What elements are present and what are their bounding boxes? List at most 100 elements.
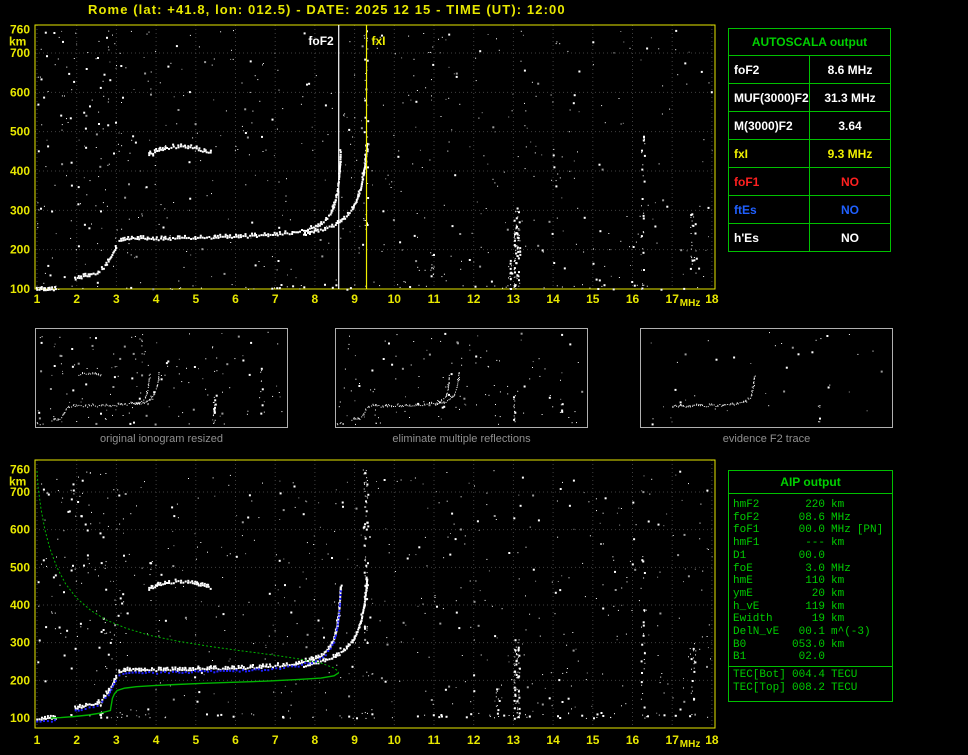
y-tick-label: 400	[10, 598, 30, 612]
param-label: foF1	[729, 168, 810, 196]
param-unit: km	[831, 639, 844, 652]
x-tick-label: 2	[73, 292, 80, 306]
param-label: TEC[Top]	[733, 682, 787, 695]
x-tick-label: 8	[312, 292, 319, 306]
x-tick-label: 6	[232, 733, 239, 747]
aip-output-table: AIP output hmF2220kmfoF208.6MHzfoF100.0M…	[728, 470, 893, 702]
param-label: hmF1	[733, 537, 787, 550]
param-value: 008.2	[787, 682, 825, 695]
param-value: 31.3 MHz	[810, 84, 891, 112]
aip-row-foe: foE3.0MHz	[733, 563, 888, 576]
autoscala-row-ftes: ftEsNO	[729, 196, 891, 224]
y-tick-label: 100	[10, 711, 30, 725]
aip-row-tecbot: TEC[Bot]004.4TECU	[733, 669, 888, 682]
x-tick-label: 10	[388, 733, 402, 747]
x-tick-label: 6	[232, 292, 239, 306]
x-tick-label: 3	[113, 733, 120, 747]
param-label: B1	[733, 651, 787, 664]
aip-row-fof2: foF208.6MHz	[733, 512, 888, 525]
x-tick-label: 11	[428, 292, 441, 306]
aip-table-body: hmF2220kmfoF208.6MHzfoF100.0MHz[PN]hmF1-…	[729, 494, 892, 701]
param-label: foE	[733, 563, 787, 576]
autoscala-row-muf3000f2: MUF(3000)F231.3 MHz	[729, 84, 891, 112]
param-unit: MHz	[831, 563, 851, 576]
autoscala-output-table: AUTOSCALA output foF28.6 MHzMUF(3000)F23…	[728, 28, 891, 252]
param-label: h'Es	[729, 224, 810, 252]
x-tick-label: 4	[153, 733, 160, 747]
x-tick-label: 14	[546, 733, 560, 747]
autoscala-row-fof1: foF1NO	[729, 168, 891, 196]
param-unit: m^(-3)	[831, 626, 871, 639]
y-tick-label: 200	[10, 243, 30, 257]
param-label: foF2	[729, 56, 810, 84]
plot-border	[641, 329, 893, 428]
x-tick-label: 12	[467, 733, 481, 747]
x-tick-label: 2	[73, 733, 80, 747]
thumbnail-caption: eliminate multiple reflections	[335, 433, 588, 445]
y-tick-label: 300	[10, 636, 30, 650]
param-value: NO	[810, 168, 891, 196]
x-tick-label: 17	[666, 733, 680, 747]
param-value: 3.64	[810, 112, 891, 140]
y-tick-label: 600	[10, 85, 30, 99]
x-tick-label: 1	[34, 733, 41, 747]
param-value: 00.0	[787, 524, 825, 537]
aip-row-b1: B102.0	[733, 651, 888, 664]
param-label: B0	[733, 639, 787, 652]
autoscala-table-title: AUTOSCALA output	[729, 29, 891, 56]
aip-table-title: AIP output	[729, 471, 892, 494]
autoscala-row-hes: h'EsNO	[729, 224, 891, 252]
y-axis-unit: km	[9, 34, 26, 48]
electron-density-profile-topside	[37, 471, 339, 673]
param-label: D1	[733, 550, 787, 563]
param-value: 110	[787, 575, 825, 588]
autoscala-row-fxi: fxI9.3 MHz	[729, 140, 891, 168]
x-tick-label: 13	[507, 292, 521, 306]
x-tick-label: 14	[546, 292, 560, 306]
electron-density-profile-bottomside	[51, 673, 339, 718]
y-tick-label: 400	[10, 164, 30, 178]
y-tick-label: 100	[10, 282, 30, 296]
x-tick-label: 13	[507, 733, 521, 747]
aip-row-ewidth: Ewidth19km	[733, 613, 888, 626]
y-tick-label: 200	[10, 673, 30, 687]
x-tick-label: 3	[113, 292, 120, 306]
page-title: Rome (lat: +41.8, lon: 012.5) - DATE: 20…	[88, 2, 566, 17]
y-axis-unit: km	[9, 474, 26, 488]
param-value: 20	[787, 588, 825, 601]
param-value: 8.6 MHz	[810, 56, 891, 84]
y-tick-label: 500	[10, 125, 30, 139]
param-label: fxI	[729, 140, 810, 168]
param-unit: km	[831, 575, 844, 588]
aip-row-d1: D100.0	[733, 550, 888, 563]
param-value: 00.1	[787, 626, 825, 639]
param-value: 08.6	[787, 512, 825, 525]
fxI-label: fxI	[372, 34, 386, 48]
x-tick-label: 16	[626, 733, 640, 747]
param-value: 220	[787, 499, 825, 512]
plot-border	[35, 460, 715, 728]
x-tick-label: 7	[272, 292, 279, 306]
x-axis-unit: MHz	[680, 298, 701, 309]
x-tick-label: 1	[34, 292, 41, 306]
param-unit: MHz	[831, 512, 851, 525]
y-tick-label: 500	[10, 560, 30, 574]
x-tick-label: 8	[312, 733, 319, 747]
param-value: 02.0	[787, 651, 825, 664]
aip-row-hmf1: hmF1---km	[733, 537, 888, 550]
plot-border	[36, 329, 288, 428]
thumbnail-multiple-reflections-removed	[335, 328, 588, 428]
aip-row-yme: ymE20km	[733, 588, 888, 601]
aip-row-delnve: DelN_vE00.1m^(-3)	[733, 626, 888, 639]
param-note: [PN]	[857, 524, 883, 537]
aip-row-hve: h_vE119km	[733, 601, 888, 614]
foF2-label: foF2	[308, 34, 334, 48]
param-unit: km	[831, 601, 844, 614]
aip-row-hmf2: hmF2220km	[733, 499, 888, 512]
aip-row-hme: hmE110km	[733, 575, 888, 588]
aip-row-tectop: TEC[Top]008.2TECU	[733, 682, 888, 695]
param-value: 00.0	[787, 550, 825, 563]
x-tick-label: 12	[467, 292, 481, 306]
x-tick-label: 15	[586, 733, 600, 747]
param-value: 053.0	[787, 639, 825, 652]
